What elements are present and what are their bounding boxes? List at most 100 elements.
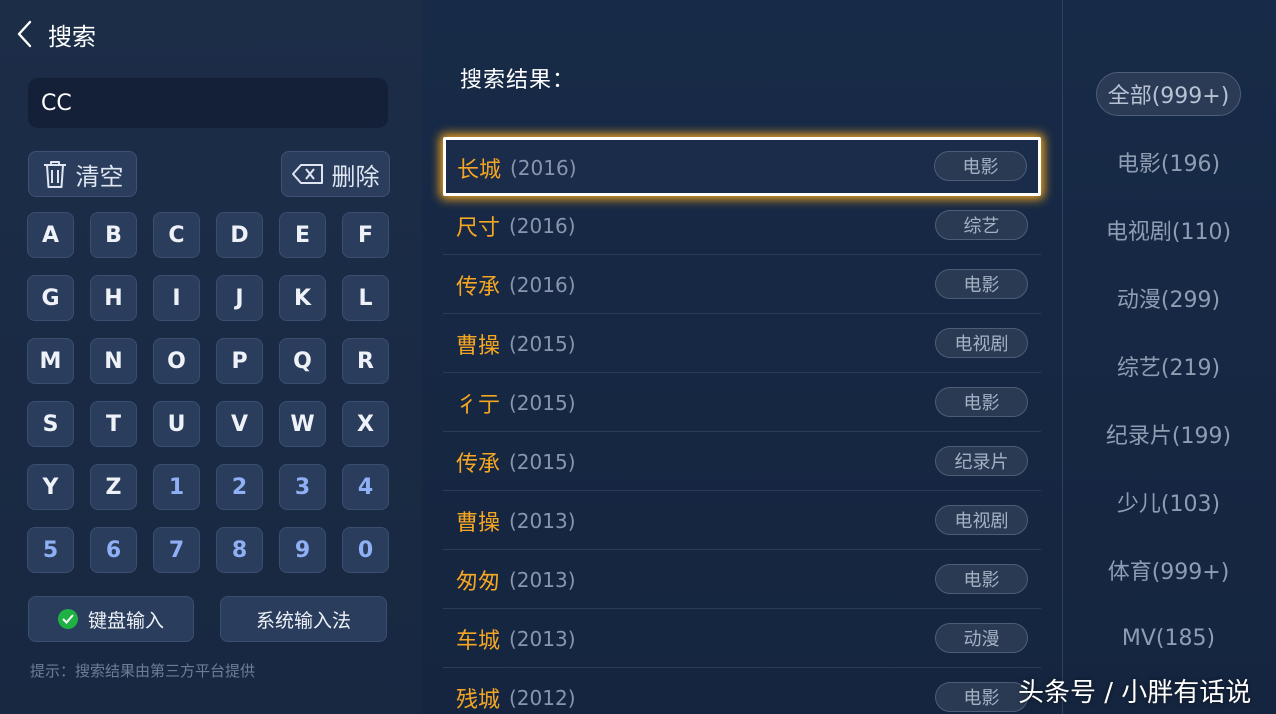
header: 搜索 <box>16 16 96 52</box>
hint-text: 提示：搜索结果由第三方平台提供 <box>30 662 256 680</box>
result-row[interactable]: 传承 (2015) 纪录片 <box>443 432 1041 491</box>
keyboard-input-button[interactable]: 键盘输入 <box>28 596 194 642</box>
backspace-icon <box>291 163 324 185</box>
key-n[interactable]: N <box>90 338 137 384</box>
key-z[interactable]: Z <box>90 464 137 510</box>
result-title: 传承 <box>456 275 501 300</box>
key-w[interactable]: W <box>279 401 326 447</box>
result-row[interactable]: 残城 (2012) 电影 <box>443 668 1041 714</box>
result-category-tag: 电影 <box>935 387 1028 417</box>
key-u[interactable]: U <box>153 401 200 447</box>
key-2[interactable]: 2 <box>216 464 263 510</box>
key-f[interactable]: F <box>342 212 389 258</box>
result-row[interactable]: 传承 (2016) 电影 <box>443 255 1041 314</box>
result-year: (2015) <box>509 450 576 474</box>
category-tab[interactable]: 动漫(299) <box>1096 276 1241 320</box>
key-c[interactable]: C <box>153 212 200 258</box>
key-x[interactable]: X <box>342 401 389 447</box>
key-6[interactable]: 6 <box>90 527 137 573</box>
result-title: 长城 <box>457 158 502 183</box>
result-row[interactable]: 长城 (2016) 电影 <box>443 137 1041 196</box>
key-0[interactable]: 0 <box>342 527 389 573</box>
result-category-tag: 电视剧 <box>935 328 1028 358</box>
key-a[interactable]: A <box>27 212 74 258</box>
clear-label: 清空 <box>75 162 124 191</box>
delete-label: 删除 <box>331 162 380 191</box>
key-1[interactable]: 1 <box>153 464 200 510</box>
key-3[interactable]: 3 <box>279 464 326 510</box>
watermark: 头条号 / 小胖有话说 <box>1018 678 1252 708</box>
key-8[interactable]: 8 <box>216 527 263 573</box>
key-q[interactable]: Q <box>279 338 326 384</box>
result-year: (2015) <box>509 391 576 415</box>
category-tab[interactable]: 纪录片(199) <box>1096 412 1241 456</box>
system-input-button[interactable]: 系统输入法 <box>220 596 387 642</box>
result-category-tag: 电影 <box>935 564 1028 594</box>
result-title: 尺寸 <box>456 216 501 241</box>
result-category-tag: 纪录片 <box>935 446 1028 476</box>
key-d[interactable]: D <box>216 212 263 258</box>
result-title: 曹操 <box>456 511 501 536</box>
results-title: 搜索结果： <box>460 68 576 93</box>
category-tab[interactable]: 电视剧(110) <box>1096 208 1241 252</box>
back-arrow-icon[interactable] <box>16 19 38 49</box>
result-year: (2013) <box>509 509 576 533</box>
key-t[interactable]: T <box>90 401 137 447</box>
category-tab[interactable]: 少儿(103) <box>1096 480 1241 524</box>
key-r[interactable]: R <box>342 338 389 384</box>
result-title: 曹操 <box>456 334 501 359</box>
category-tab[interactable]: 体育(999+) <box>1096 548 1241 592</box>
category-tab[interactable]: 全部(999+) <box>1096 72 1241 116</box>
result-category-tag: 电视剧 <box>935 505 1028 535</box>
keyboard-input-label: 键盘输入 <box>87 609 164 632</box>
category-tab[interactable]: 电影(196) <box>1096 140 1241 184</box>
delete-button[interactable]: 删除 <box>281 151 390 197</box>
key-s[interactable]: S <box>27 401 74 447</box>
key-i[interactable]: I <box>153 275 200 321</box>
result-title: 车城 <box>456 629 501 654</box>
key-7[interactable]: 7 <box>153 527 200 573</box>
key-l[interactable]: L <box>342 275 389 321</box>
result-row[interactable]: 车城 (2013) 动漫 <box>443 609 1041 668</box>
key-9[interactable]: 9 <box>279 527 326 573</box>
key-p[interactable]: P <box>216 338 263 384</box>
key-b[interactable]: B <box>90 212 137 258</box>
key-m[interactable]: M <box>27 338 74 384</box>
key-y[interactable]: Y <box>27 464 74 510</box>
result-row[interactable]: 尺寸 (2016) 综艺 <box>443 196 1041 255</box>
result-title: 彳亍 <box>456 393 501 418</box>
key-h[interactable]: H <box>90 275 137 321</box>
key-k[interactable]: K <box>279 275 326 321</box>
trash-icon <box>42 159 68 189</box>
result-year: (2016) <box>509 273 576 297</box>
key-4[interactable]: 4 <box>342 464 389 510</box>
category-tab[interactable]: 综艺(219) <box>1096 344 1241 388</box>
page-title: 搜索 <box>48 22 96 51</box>
result-title: 匆匆 <box>456 570 501 595</box>
key-g[interactable]: G <box>27 275 74 321</box>
key-e[interactable]: E <box>279 212 326 258</box>
result-category-tag: 电影 <box>934 151 1027 181</box>
key-v[interactable]: V <box>216 401 263 447</box>
result-row[interactable]: 曹操 (2015) 电视剧 <box>443 314 1041 373</box>
result-category-tag: 电影 <box>935 682 1028 712</box>
check-icon <box>57 609 78 629</box>
clear-button[interactable]: 清空 <box>28 151 137 197</box>
system-input-label: 系统输入法 <box>255 609 351 632</box>
key-j[interactable]: J <box>216 275 263 321</box>
result-year: (2012) <box>509 686 576 710</box>
result-row[interactable]: 匆匆 (2013) 电影 <box>443 550 1041 609</box>
search-input[interactable]: CC <box>28 78 388 128</box>
result-title: 传承 <box>456 452 501 477</box>
result-row[interactable]: 曹操 (2013) 电视剧 <box>443 491 1041 550</box>
result-row[interactable]: 彳亍 (2015) 电影 <box>443 373 1041 432</box>
result-year: (2016) <box>509 214 576 238</box>
result-title: 残城 <box>456 688 501 713</box>
category-tab[interactable]: MV(185) <box>1096 616 1241 660</box>
result-year: (2013) <box>509 627 576 651</box>
key-o[interactable]: O <box>153 338 200 384</box>
key-5[interactable]: 5 <box>27 527 74 573</box>
result-year: (2016) <box>510 156 577 180</box>
result-year: (2013) <box>509 568 576 592</box>
result-year: (2015) <box>509 332 576 356</box>
